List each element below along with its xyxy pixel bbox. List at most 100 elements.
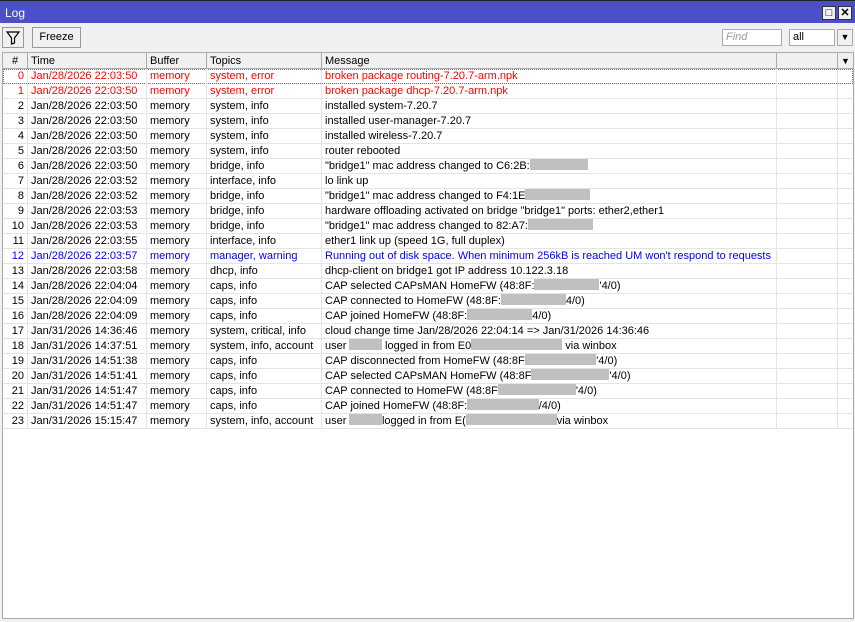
- cell-buffer: memory: [147, 129, 207, 144]
- table-row[interactable]: 23 Jan/31/2026 15:15:47 memory system, info…: [3, 414, 853, 429]
- redacted-block: [527, 219, 593, 230]
- cell-buffer: memory: [147, 114, 207, 129]
- cell-topics: interface, info: [207, 174, 322, 189]
- col-time[interactable]: Time: [28, 53, 147, 69]
- table-row[interactable]: 15 Jan/28/2026 22:04:09 memory caps, info CA…: [3, 294, 853, 309]
- table-row[interactable]: 20 Jan/31/2026 14:51:41 memory caps, info CA…: [3, 369, 853, 384]
- cell-buffer: memory: [147, 219, 207, 234]
- message-text: installed user-manager-7.20.7: [325, 115, 472, 127]
- table-row[interactable]: 10 Jan/28/2026 22:03:53 memory bridge, info…: [3, 219, 853, 234]
- cell-topics: system, error: [207, 84, 322, 99]
- table-row[interactable]: 13 Jan/28/2026 22:03:58 memory dhcp, info dh…: [3, 264, 853, 279]
- cell-topics: bridge, info: [207, 159, 322, 174]
- table-row[interactable]: 12 Jan/28/2026 22:03:57 memory manager, war…: [3, 249, 853, 264]
- log-table: # Time Buffer Topics Message ▼ 0 Jan/28/2…: [2, 52, 854, 619]
- select-dropdown-button[interactable]: ▼: [837, 29, 853, 46]
- cell-time: Jan/28/2026 22:03:58: [28, 264, 147, 279]
- cell-message: CAP joined HomeFW (48:8F: 4/0): [322, 309, 777, 324]
- find-input[interactable]: Find: [722, 29, 782, 46]
- message-text: broken package routing-7.20.7-arm.npk: [325, 70, 518, 82]
- cell-extra: [777, 129, 838, 144]
- redacted-block: [524, 354, 597, 365]
- table-row[interactable]: 7 Jan/28/2026 22:03:52 memory interface, in…: [3, 174, 853, 189]
- message-text: lo link up: [325, 175, 369, 187]
- col-message[interactable]: Message: [322, 53, 777, 69]
- cell-time: Jan/28/2026 22:03:50: [28, 84, 147, 99]
- col-topics[interactable]: Topics: [207, 53, 322, 69]
- cell-message: Running out of disk space. When minimum …: [322, 249, 777, 264]
- cell-buffer: memory: [147, 99, 207, 114]
- redacted-block: [497, 384, 576, 395]
- redacted-block: [534, 279, 600, 290]
- cell-num: 14: [3, 279, 28, 294]
- cell-time: Jan/31/2026 14:51:38: [28, 354, 147, 369]
- message-text: '4/0): [596, 355, 618, 367]
- cell-topics: system, info: [207, 114, 322, 129]
- redacted-block: [349, 414, 382, 425]
- message-text: ether1 link up (speed 1G, full duplex): [325, 235, 505, 247]
- cell-message: dhcp-client on bridge1 got IP address 10…: [322, 264, 777, 279]
- cell-message: CAP joined HomeFW (48:8F: /4/0): [322, 399, 777, 414]
- cell-extra: [777, 339, 838, 354]
- cell-extra: [777, 384, 838, 399]
- column-menu-button[interactable]: ▼: [838, 53, 853, 69]
- cell-topics: interface, info: [207, 234, 322, 249]
- filter-select[interactable]: all: [789, 29, 835, 46]
- table-row[interactable]: 2 Jan/28/2026 22:03:50 memory system, info i…: [3, 99, 853, 114]
- message-text: CAP joined HomeFW (48:8F:: [325, 310, 468, 322]
- cell-buffer: memory: [147, 189, 207, 204]
- filter-button[interactable]: [2, 27, 24, 48]
- table-row[interactable]: 6 Jan/28/2026 22:03:50 memory bridge, info "…: [3, 159, 853, 174]
- cell-time: Jan/31/2026 15:15:47: [28, 414, 147, 429]
- cell-time: Jan/28/2026 22:04:04: [28, 279, 147, 294]
- cell-topics: system, error: [207, 69, 322, 84]
- cell-buffer: memory: [147, 399, 207, 414]
- table-row[interactable]: 21 Jan/31/2026 14:51:47 memory caps, info CA…: [3, 384, 853, 399]
- table-row[interactable]: 0 Jan/28/2026 22:03:50 memory system, error…: [3, 69, 853, 84]
- cell-message: CAP disconnected from HomeFW (48:8F '4/0): [322, 354, 777, 369]
- cell-buffer: memory: [147, 249, 207, 264]
- cell-topics: system, info: [207, 129, 322, 144]
- redacted-block: [467, 399, 539, 410]
- table-row[interactable]: 4 Jan/28/2026 22:03:50 memory system, info i…: [3, 129, 853, 144]
- table-row[interactable]: 1 Jan/28/2026 22:03:50 memory system, error…: [3, 84, 853, 99]
- message-text: broken package dhcp-7.20.7-arm.npk: [325, 85, 508, 97]
- cell-topics: system, info, account: [207, 339, 322, 354]
- cell-extra: [777, 99, 838, 114]
- table-row[interactable]: 22 Jan/31/2026 14:51:47 memory caps, info CA…: [3, 399, 853, 414]
- cell-extra: [777, 279, 838, 294]
- cell-message: "bridge1" mac address changed to C6:2B:: [322, 159, 777, 174]
- cell-num: 17: [3, 324, 28, 339]
- col-buffer[interactable]: Buffer: [147, 53, 207, 69]
- cell-extra: [777, 249, 838, 264]
- table-row[interactable]: 5 Jan/28/2026 22:03:50 memory system, info r…: [3, 144, 853, 159]
- table-row[interactable]: 8 Jan/28/2026 22:03:52 memory bridge, info "…: [3, 189, 853, 204]
- cell-buffer: memory: [147, 324, 207, 339]
- cell-time: Jan/31/2026 14:51:47: [28, 384, 147, 399]
- cell-num: 6: [3, 159, 28, 174]
- freeze-button[interactable]: Freeze: [32, 27, 81, 48]
- cell-num: 9: [3, 204, 28, 219]
- table-row[interactable]: 19 Jan/31/2026 14:51:38 memory caps, info CA…: [3, 354, 853, 369]
- redacted-block: [465, 414, 557, 425]
- table-row[interactable]: 3 Jan/28/2026 22:03:50 memory system, info i…: [3, 114, 853, 129]
- maximize-button[interactable]: □: [822, 6, 836, 20]
- cell-topics: dhcp, info: [207, 264, 322, 279]
- table-row[interactable]: 9 Jan/28/2026 22:03:53 memory bridge, info h…: [3, 204, 853, 219]
- table-row[interactable]: 14 Jan/28/2026 22:04:04 memory caps, info CA…: [3, 279, 853, 294]
- close-button[interactable]: ✕: [838, 6, 852, 20]
- cell-topics: caps, info: [207, 354, 322, 369]
- cell-buffer: memory: [147, 384, 207, 399]
- col-extra: [777, 53, 838, 69]
- table-row[interactable]: 18 Jan/31/2026 14:37:51 memory system, info…: [3, 339, 853, 354]
- table-row[interactable]: 11 Jan/28/2026 22:03:55 memory interface, i…: [3, 234, 853, 249]
- cell-num: 22: [3, 399, 28, 414]
- table-row[interactable]: 17 Jan/31/2026 14:36:46 memory system, crit…: [3, 324, 853, 339]
- col-number[interactable]: #: [3, 53, 28, 69]
- message-text: logged in from E(: [381, 415, 466, 427]
- cell-message: user logged in from E0 via winbox: [322, 339, 777, 354]
- table-row[interactable]: 16 Jan/28/2026 22:04:09 memory caps, info CA…: [3, 309, 853, 324]
- message-text: CAP joined HomeFW (48:8F:: [325, 400, 468, 412]
- cell-num: 18: [3, 339, 28, 354]
- cell-message: broken package dhcp-7.20.7-arm.npk: [322, 84, 777, 99]
